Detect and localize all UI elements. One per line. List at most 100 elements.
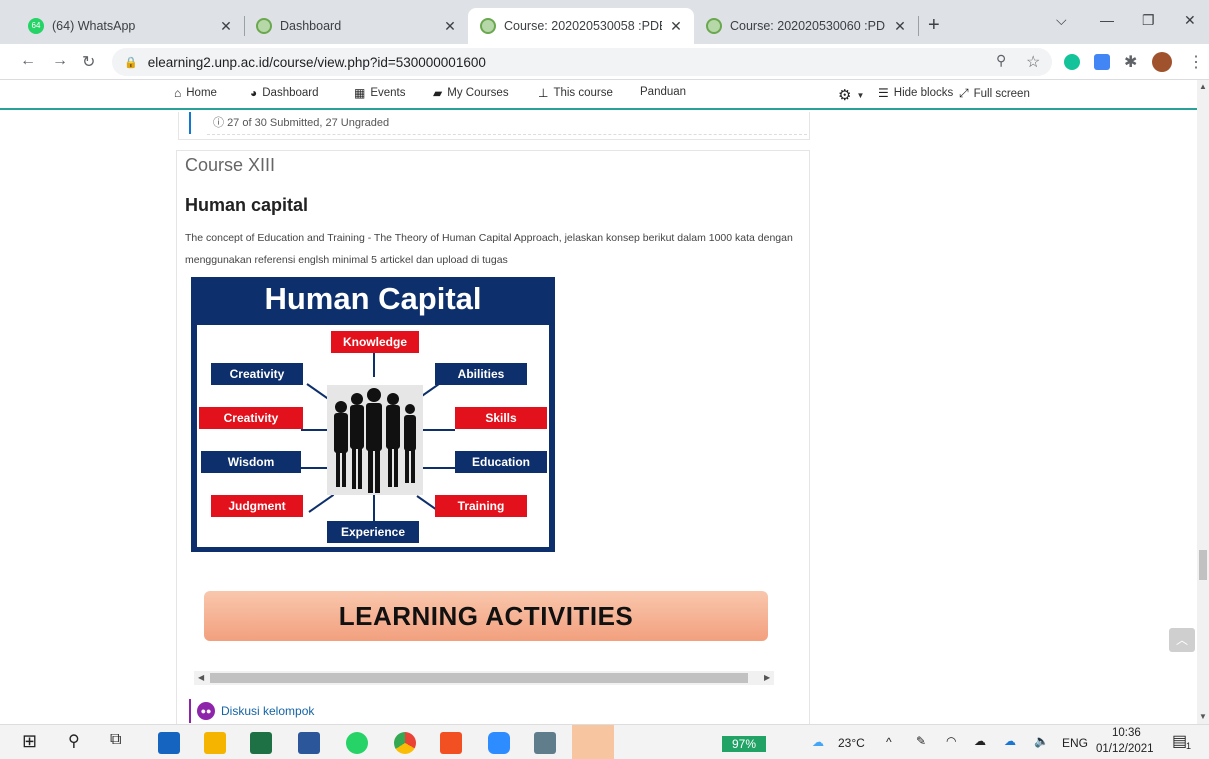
windows-taskbar: ⊞ ⚲ ⧉ 97% ☁ 23°C ^ ✎ ◠ ☁ ☁ 🔈 ENG 10:36 0… [0,724,1209,759]
settings-menu[interactable]: ⚙ ▼ [838,86,872,104]
scroll-left-icon[interactable]: ◀ [198,671,204,685]
home-icon: ⌂ [174,86,182,100]
gear-icon: ⚙ [838,87,852,104]
unp-logo-icon [480,18,496,34]
nav-this-course[interactable]: ⊥ This course [538,86,613,100]
nav-events[interactable]: ▦ Events [354,86,406,100]
submission-status: ⓘ 27 of 30 Submitted, 27 Ungraded [213,117,390,129]
wifi-icon[interactable]: ◠ [946,734,956,748]
human-capital-image: Human Capital Knowledge Creativity Abili… [191,277,555,552]
scroll-right-icon[interactable]: ▶ [764,671,770,685]
menu-kebab-icon[interactable]: ⋮ [1188,52,1204,72]
extensions-puzzle-icon[interactable]: ✱ [1124,52,1137,72]
close-tab-icon[interactable]: ✕ [218,18,234,35]
info-icon: ⓘ [213,117,228,129]
label-training: Training [435,495,527,517]
nav-panduan[interactable]: Panduan [640,86,686,98]
tab-search-icon[interactable]: ⌵ [1056,12,1067,29]
cloud-sync-icon[interactable]: ☁ [974,734,986,748]
label-judgment: Judgment [211,495,303,517]
nav-my-courses[interactable]: ▰ My Courses [433,86,509,100]
section-title: Course XIII [185,155,276,175]
speaker-icon[interactable]: 🔈 [1034,734,1049,748]
whatsapp-taskbar-icon[interactable] [346,732,368,754]
onedrive-icon[interactable]: ☁ [1004,734,1016,748]
label-wisdom: Wisdom [201,451,301,473]
store-icon[interactable] [158,732,180,754]
word-icon[interactable] [298,732,320,754]
label-experience: Experience [327,521,419,543]
course-content: ⓘ 27 of 30 Submitted, 27 Ungraded Course… [0,112,1197,724]
close-tab-icon[interactable]: ✕ [668,18,684,35]
unp-logo-icon [256,18,272,34]
chevron-up-icon[interactable]: ^ [886,735,892,749]
whatsapp-icon: 64 [28,18,44,34]
sitemap-icon: ⊥ [538,86,549,100]
temperature[interactable]: 23°C [838,736,865,750]
tab-course-2[interactable]: Course: 202020530060 :PDE2.61. ✕ [694,8,918,44]
label-creativity: Creativity [199,407,303,429]
browser-toolbar: ← → ↻ 🔒 elearning2.unp.ac.id/course/view… [0,44,1209,80]
notification-icon[interactable]: ▤ [1172,731,1187,751]
sticky-notes-icon[interactable] [572,725,614,759]
excel-icon[interactable] [250,732,272,754]
calendar-icon: ▦ [354,86,366,100]
profile-avatar[interactable] [1152,52,1172,72]
minimize-button[interactable]: — [1100,12,1114,28]
windows-start-icon[interactable]: ⊞ [22,731,37,752]
file-explorer-icon[interactable] [204,732,226,754]
app-icon[interactable] [534,732,556,754]
briefcase-icon: ▰ [433,86,443,100]
close-tab-icon[interactable]: ✕ [892,18,908,35]
zoom-icon[interactable]: ⚲ [996,52,1006,69]
activity-diskusi-kelompok[interactable]: ●● Diskusi kelompok [189,699,314,723]
label-knowledge: Knowledge [331,331,419,353]
full-screen-button[interactable]: ⤢ Full screen [959,86,1030,101]
clock-time[interactable]: 10:36 [1112,727,1141,739]
scroll-up-icon[interactable]: ▲ [1199,82,1207,91]
address-bar[interactable]: 🔒 elearning2.unp.ac.id/course/view.php?i… [112,48,1052,76]
previous-activity: ⓘ 27 of 30 Submitted, 27 Ungraded [178,112,810,140]
clock-date[interactable]: 01/12/2021 [1096,743,1154,755]
horizontal-scrollbar[interactable]: ◀ ▶ [194,671,774,685]
restore-button[interactable]: ❐ [1142,12,1155,29]
close-window-button[interactable]: ✕ [1184,12,1196,29]
battery-indicator[interactable]: 97% [722,736,766,752]
new-tab-button[interactable]: + [928,14,940,37]
scroll-down-icon[interactable]: ▼ [1199,712,1207,721]
language-indicator[interactable]: ENG [1062,736,1088,750]
scrollbar-thumb[interactable] [210,673,748,683]
zoom-app-icon[interactable] [488,732,510,754]
forward-button[interactable]: → [52,52,68,70]
label-education: Education [455,451,547,473]
label-creativity-top: Creativity [211,363,303,385]
section-description: The concept of Education and Training - … [185,232,793,266]
hide-blocks-icon: ☰ [878,86,889,100]
translate-extension-icon[interactable] [1094,54,1110,70]
caret-down-icon: ▼ [856,90,865,100]
back-to-top-button[interactable]: ︿ [1169,628,1195,652]
nav-home[interactable]: ⌂ Home [174,86,217,100]
nav-dashboard[interactable]: ◕ Dashboard [250,86,319,100]
tab-course-active[interactable]: Course: 202020530058 :PDE1.61. ✕ [468,8,694,44]
hide-blocks-button[interactable]: ☰ Hide blocks [878,86,953,100]
course-section: Course XIII Human capital The concept of… [176,150,810,724]
notification-count: 1 [1186,741,1192,751]
tab-whatsapp[interactable]: 64 (64) WhatsApp ✕ [16,8,244,44]
bookmark-star-icon[interactable]: ☆ [1026,52,1040,72]
back-button[interactable]: ← [20,52,36,70]
scrollbar-thumb[interactable] [1199,550,1207,580]
task-view-icon[interactable]: ⧉ [110,731,121,749]
reload-button[interactable]: ↻ [82,52,95,72]
vertical-scrollbar[interactable]: ▲ ▼ [1197,80,1209,724]
learning-activities-banner: LEARNING ACTIVITIES [204,591,768,641]
grammarly-extension-icon[interactable] [1064,54,1080,70]
expand-icon: ⤢ [959,86,969,100]
tab-dashboard[interactable]: Dashboard ✕ [244,8,468,44]
url-text: elearning2.unp.ac.id/course/view.php?id=… [147,54,486,70]
office-icon[interactable] [440,732,462,754]
pen-icon[interactable]: ✎ [916,734,926,748]
search-icon[interactable]: ⚲ [68,731,80,751]
close-tab-icon[interactable]: ✕ [442,18,458,35]
chrome-icon[interactable] [394,732,416,754]
